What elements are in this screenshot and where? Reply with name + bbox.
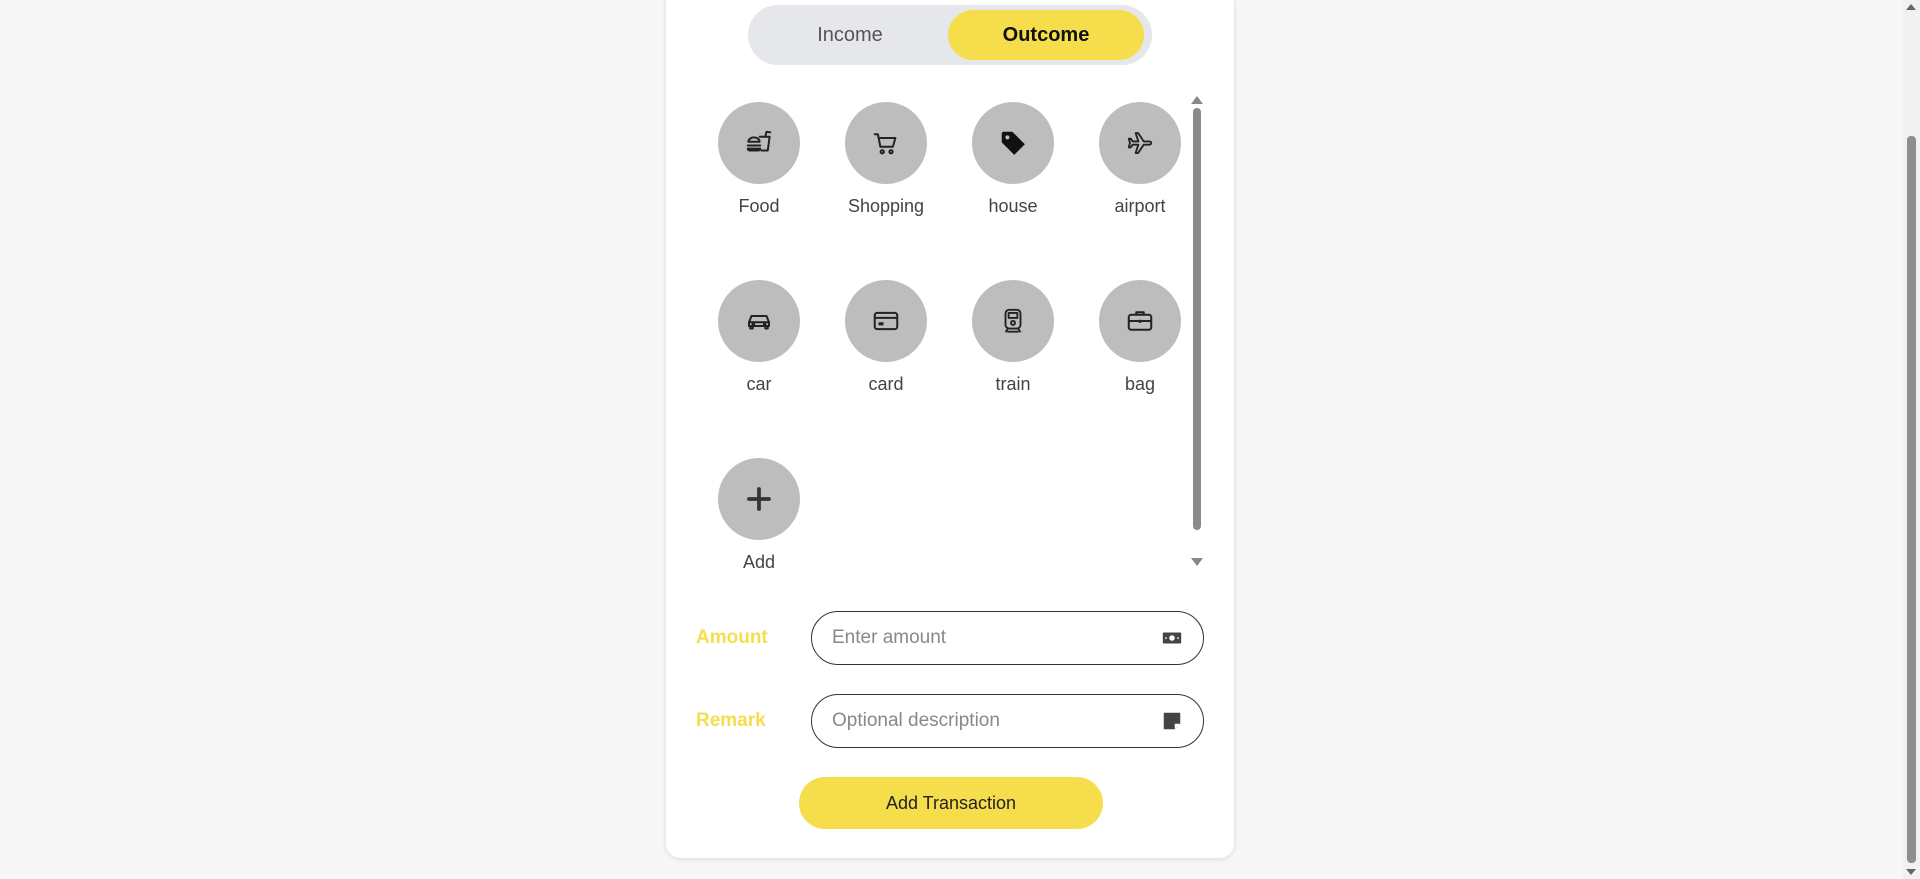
scrollbar-thumb[interactable] [1193, 108, 1201, 530]
tag-icon [1001, 131, 1025, 155]
category-circle [718, 280, 800, 362]
remark-field[interactable] [811, 694, 1204, 748]
category-label: Shopping [847, 196, 925, 216]
category-list: Food Shopping house airport car card tra… [690, 96, 1210, 572]
category-circle [718, 102, 800, 184]
category-circle [845, 102, 927, 184]
cart-icon [873, 133, 897, 155]
note-icon [1161, 710, 1183, 732]
income-outcome-toggle: Income Outcome [748, 5, 1152, 65]
amount-row: Amount [696, 611, 1204, 665]
airplane-icon [1127, 132, 1153, 154]
category-card[interactable]: card [834, 280, 938, 410]
category-circle [1099, 102, 1181, 184]
train-icon [1004, 308, 1022, 333]
category-airport[interactable]: airport [1088, 102, 1192, 232]
category-car[interactable]: car [707, 280, 811, 410]
category-label: train [995, 374, 1031, 394]
category-circle [718, 458, 800, 540]
category-food[interactable]: Food [707, 102, 811, 232]
category-scrollbar[interactable] [1190, 96, 1204, 566]
page-scrollbar[interactable] [1903, 0, 1920, 879]
outcome-tab[interactable]: Outcome [948, 10, 1144, 60]
category-label: car [746, 374, 772, 394]
transaction-card: Income Outcome Food Shopping house airpo… [666, 0, 1234, 858]
remark-row: Remark [696, 694, 1204, 748]
category-label: bag [1124, 374, 1156, 394]
add-transaction-button[interactable]: Add Transaction [799, 777, 1103, 829]
car-icon [748, 315, 770, 330]
fast-food-icon [746, 130, 772, 152]
category-circle [972, 280, 1054, 362]
amount-field[interactable] [811, 611, 1204, 665]
page-scrollbar-thumb[interactable] [1907, 136, 1916, 863]
briefcase-icon [1127, 311, 1153, 331]
remark-label: Remark [696, 710, 766, 731]
category-circle [845, 280, 927, 362]
page-scroll-up-icon[interactable] [1906, 4, 1916, 10]
plus-icon [747, 487, 771, 511]
category-circle [972, 102, 1054, 184]
money-icon [1161, 627, 1183, 649]
amount-label: Amount [696, 627, 768, 648]
scroll-up-icon[interactable] [1191, 96, 1203, 104]
category-circle [1099, 280, 1181, 362]
remark-input[interactable] [832, 710, 1161, 732]
category-bag[interactable]: bag [1088, 280, 1192, 410]
category-label: card [868, 374, 904, 394]
income-tab[interactable]: Income [752, 10, 948, 60]
category-label: Food [738, 196, 780, 216]
category-train[interactable]: train [961, 280, 1065, 410]
category-label: Add [742, 552, 776, 572]
category-label: house [988, 196, 1038, 216]
category-house[interactable]: house [961, 102, 1065, 232]
category-add[interactable]: Add [707, 458, 811, 588]
category-shopping[interactable]: Shopping [834, 102, 938, 232]
amount-input[interactable] [832, 627, 1161, 649]
category-label: airport [1114, 196, 1166, 216]
page-scroll-down-icon[interactable] [1906, 869, 1916, 875]
scroll-down-icon[interactable] [1191, 558, 1203, 566]
credit-card-icon [873, 311, 899, 331]
category-grid: Food Shopping house airport car card tra… [690, 96, 1181, 572]
